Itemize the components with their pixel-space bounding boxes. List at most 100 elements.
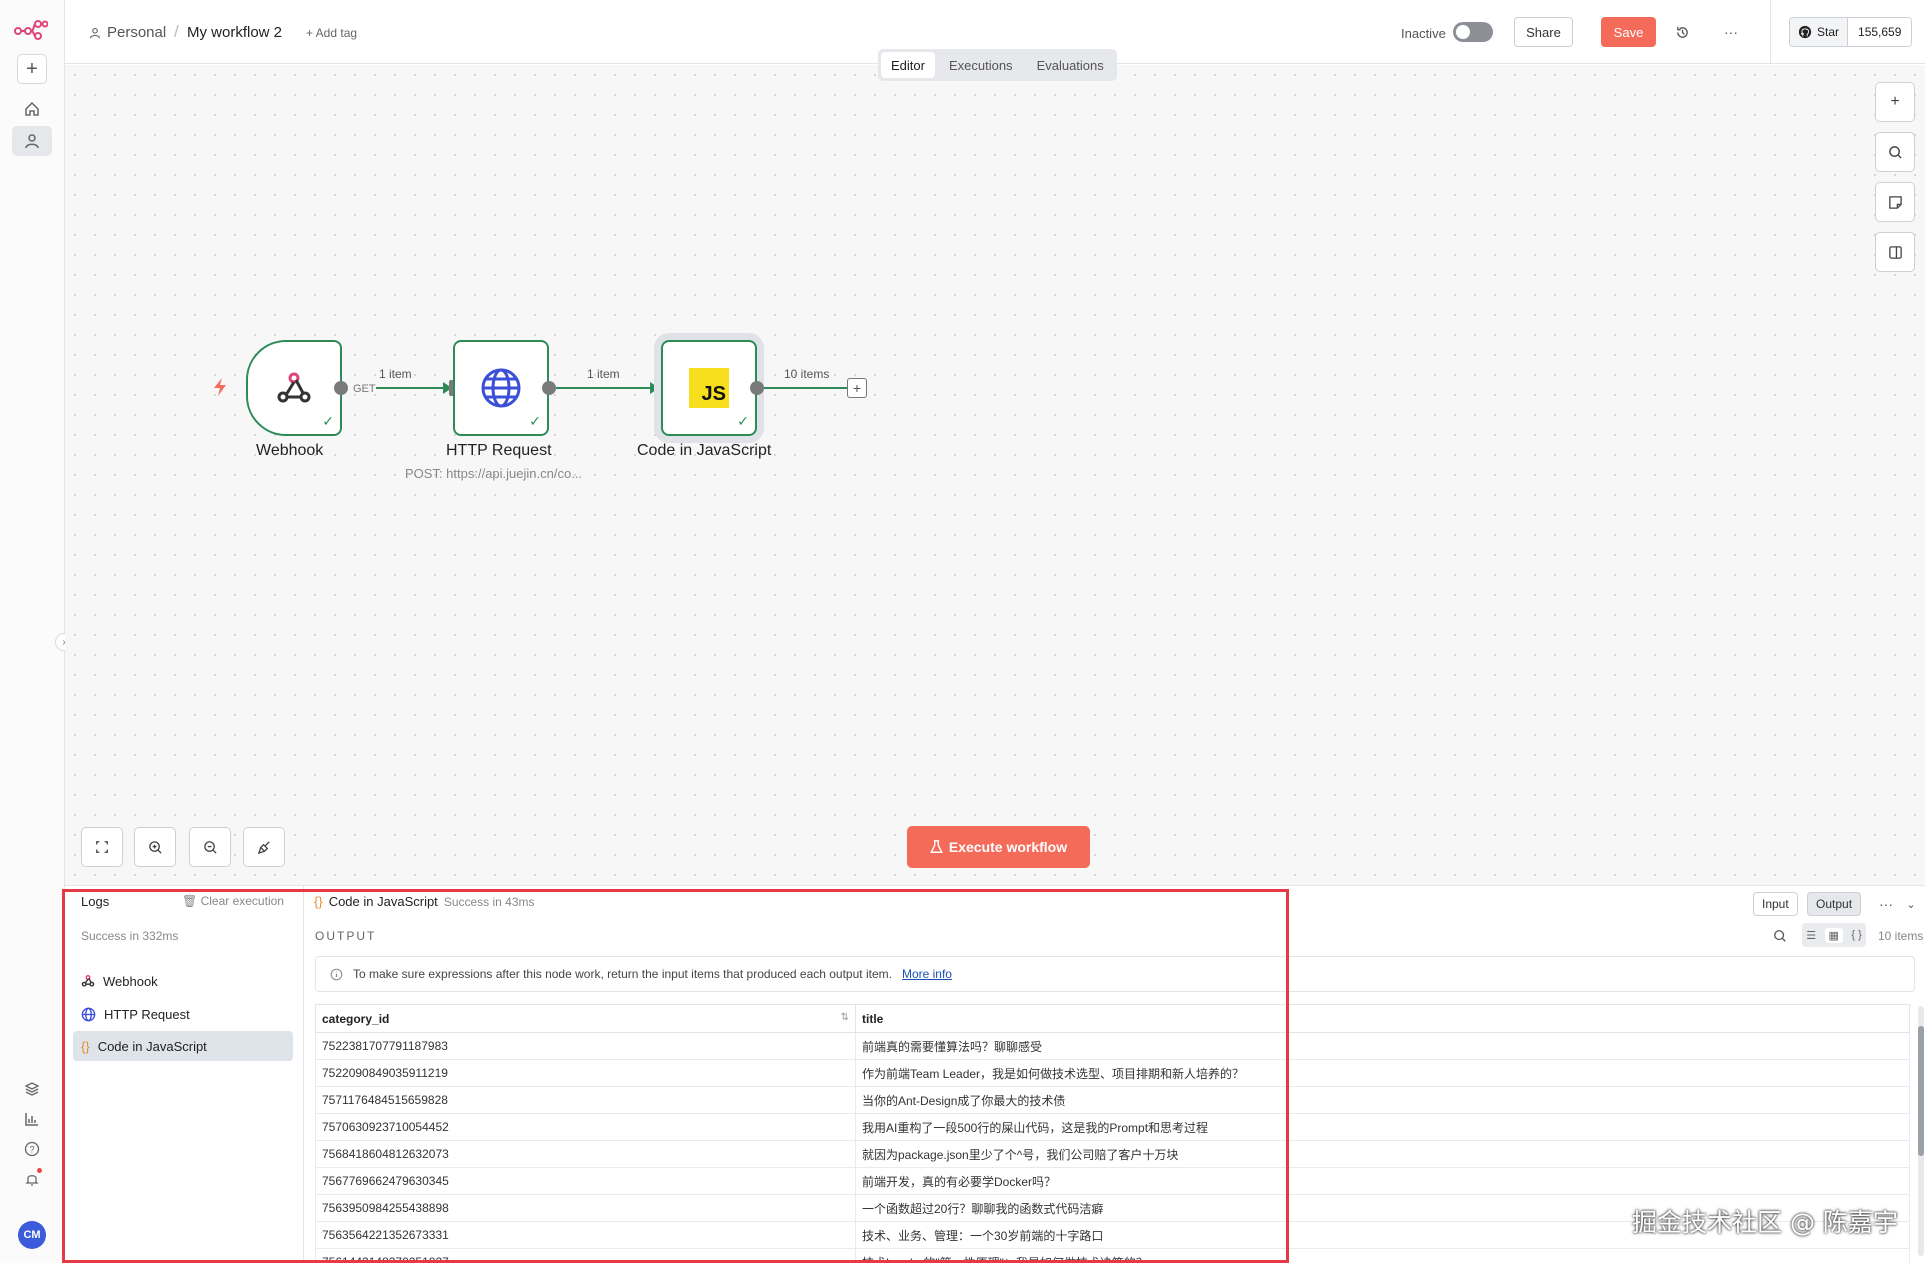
- logs-sidebar: Logs 🗑 Clear execution Success in 332ms …: [65, 886, 304, 1263]
- logs-item-label: HTTP Request: [104, 1006, 190, 1022]
- connection-line[interactable]: [764, 387, 847, 389]
- selected-node-name: Code in JavaScript: [328, 894, 438, 909]
- home-icon[interactable]: [12, 94, 52, 124]
- table-view-icon[interactable]: ▦: [1824, 927, 1843, 943]
- connection-line[interactable]: [376, 387, 446, 389]
- cell-category-id[interactable]: 7567769662479630345: [315, 1167, 856, 1195]
- avatar[interactable]: CM: [18, 1221, 46, 1249]
- output-handle[interactable]: [334, 381, 348, 395]
- column-drag-icon[interactable]: ⇅: [841, 1012, 849, 1023]
- json-view-icon[interactable]: { }: [1851, 929, 1861, 941]
- tidy-up-broom-icon[interactable]: [243, 827, 285, 867]
- share-button[interactable]: Share: [1514, 17, 1573, 47]
- table-scrollbar[interactable]: [1918, 1006, 1924, 1256]
- success-check-icon: ✓: [737, 413, 749, 429]
- output-heading: OUTPUT: [315, 929, 377, 943]
- tab-executions[interactable]: Executions: [939, 52, 1023, 78]
- workflow-canvas[interactable]: [65, 65, 1925, 885]
- cell-title[interactable]: 技术Leader的"第一性原理"：我是如何做技术决策的？: [855, 1248, 1910, 1263]
- search-output-icon[interactable]: [1770, 926, 1790, 946]
- clear-execution-button[interactable]: 🗑 Clear execution: [182, 894, 284, 908]
- n8n-logo-icon[interactable]: [14, 18, 48, 40]
- zoom-out-icon[interactable]: [189, 827, 231, 867]
- cell-category-id[interactable]: 7571176484515659828: [315, 1086, 856, 1114]
- history-icon[interactable]: [1672, 22, 1692, 42]
- javascript-logo-icon: JS: [689, 368, 729, 408]
- table-row: 7570630923710054452 我用AI重构了一段500行的屎山代码，这是…: [315, 1113, 1910, 1141]
- trash-icon: 🗑: [182, 894, 198, 908]
- tab-evaluations[interactable]: Evaluations: [1027, 52, 1114, 78]
- cell-category-id[interactable]: 7522381707791187983: [315, 1032, 856, 1060]
- connection-method-label: GET: [353, 383, 376, 395]
- output-handle[interactable]: [750, 381, 764, 395]
- output-items-count: 10 items: [1878, 929, 1924, 943]
- add-node-button[interactable]: +: [1875, 82, 1915, 122]
- cell-category-id[interactable]: 7561442148370251827: [315, 1248, 856, 1263]
- toggle-panel-icon[interactable]: [1875, 232, 1915, 272]
- cell-title[interactable]: 前端开发，真的有必要学Docker吗？: [855, 1167, 1910, 1195]
- help-icon[interactable]: ?: [12, 1134, 52, 1164]
- more-options-icon[interactable]: ···: [1721, 22, 1741, 42]
- github-star-count: 155,659: [1848, 18, 1912, 46]
- clear-execution-label: Clear execution: [200, 894, 284, 908]
- execute-workflow-button[interactable]: Execute workflow: [907, 826, 1090, 868]
- column-header-category-id[interactable]: category_id ⇅: [315, 1004, 856, 1033]
- collapse-chevron-icon[interactable]: ⌄: [1901, 894, 1921, 914]
- add-next-node-button[interactable]: +: [847, 378, 867, 398]
- globe-icon: [481, 368, 521, 408]
- templates-icon[interactable]: [12, 1074, 52, 1104]
- node-code-javascript[interactable]: JS ✓: [661, 340, 757, 436]
- github-star-label: Star: [1817, 25, 1840, 39]
- workflow-name[interactable]: My workflow 2: [187, 24, 282, 41]
- cell-category-id[interactable]: 7570630923710054452: [315, 1113, 856, 1141]
- output-handle[interactable]: [542, 381, 556, 395]
- notifications-bell-icon[interactable]: [12, 1164, 52, 1194]
- cell-title[interactable]: 作为前端Team Leader，我是如何做技术选型、项目排期和新人培养的？: [855, 1059, 1910, 1087]
- table-header-row: category_id ⇅ title: [315, 1004, 1910, 1033]
- cell-title[interactable]: 就因为package.json里少了个^号，我们公司赔了客户十万块: [855, 1140, 1910, 1168]
- active-toggle[interactable]: [1453, 22, 1493, 42]
- success-check-icon: ✓: [529, 413, 541, 429]
- logs-more-options-icon[interactable]: ···: [1876, 894, 1896, 914]
- insights-chart-icon[interactable]: [12, 1104, 52, 1134]
- cell-title[interactable]: 当你的Ant-Design成了你最大的技术债: [855, 1086, 1910, 1114]
- node-webhook[interactable]: ✓: [246, 340, 342, 436]
- personal-user-icon[interactable]: [12, 126, 52, 156]
- cell-category-id[interactable]: 7568418604812632073: [315, 1140, 856, 1168]
- table-row: 7568418604812632073 就因为package.json里少了个^号…: [315, 1140, 1910, 1168]
- breadcrumb[interactable]: Personal: [89, 24, 166, 41]
- cell-title[interactable]: 前端真的需要懂算法吗？聊聊感受: [855, 1032, 1910, 1060]
- table-row: 7522090849035911219 作为前端Team Leader，我是如何做…: [315, 1059, 1910, 1087]
- connection-line[interactable]: [556, 387, 653, 389]
- logs-item-http-request[interactable]: HTTP Request: [73, 999, 293, 1029]
- more-info-link[interactable]: More info: [902, 967, 952, 981]
- watermark: 掘金技术社区 @ 陈嘉宇: [1632, 1208, 1898, 1237]
- input-toggle-button[interactable]: Input: [1753, 892, 1798, 916]
- output-toggle-button[interactable]: Output: [1807, 892, 1862, 916]
- logs-success-summary: Success in 332ms: [81, 929, 179, 943]
- cell-category-id[interactable]: 7522090849035911219: [315, 1059, 856, 1087]
- logs-item-webhook[interactable]: Webhook: [73, 966, 293, 996]
- zoom-in-icon[interactable]: [134, 827, 176, 867]
- cell-category-id[interactable]: 7563564221352673331: [315, 1221, 856, 1249]
- logs-item-code-javascript[interactable]: {} Code in JavaScript: [73, 1031, 293, 1061]
- globe-icon: [81, 1007, 96, 1021]
- cell-category-id[interactable]: 7563950984255438898: [315, 1194, 856, 1222]
- table-row: 7561442148370251827 技术Leader的"第一性原理"：我是如何…: [315, 1248, 1910, 1263]
- sticky-note-icon[interactable]: [1875, 182, 1915, 222]
- node-http-request-subtitle: POST: https://api.juejin.cn/co...: [405, 466, 583, 481]
- notification-dot: [37, 1168, 42, 1173]
- column-header-title[interactable]: title: [855, 1004, 1910, 1033]
- fit-view-icon[interactable]: [81, 827, 123, 867]
- github-star-widget[interactable]: Star 155,659: [1789, 17, 1913, 47]
- logs-title: Logs: [81, 894, 110, 909]
- add-button[interactable]: +: [17, 54, 47, 84]
- breadcrumb-owner[interactable]: Personal: [107, 24, 166, 41]
- add-tag-button[interactable]: + Add tag: [306, 26, 357, 40]
- cell-title[interactable]: 我用AI重构了一段500行的屎山代码，这是我的Prompt和思考过程: [855, 1113, 1910, 1141]
- save-button[interactable]: Save: [1601, 17, 1656, 47]
- search-nodes-icon[interactable]: [1875, 132, 1915, 172]
- tab-editor[interactable]: Editor: [881, 52, 935, 78]
- schema-view-icon[interactable]: ☰: [1806, 929, 1816, 942]
- node-http-request[interactable]: ✓: [453, 340, 549, 436]
